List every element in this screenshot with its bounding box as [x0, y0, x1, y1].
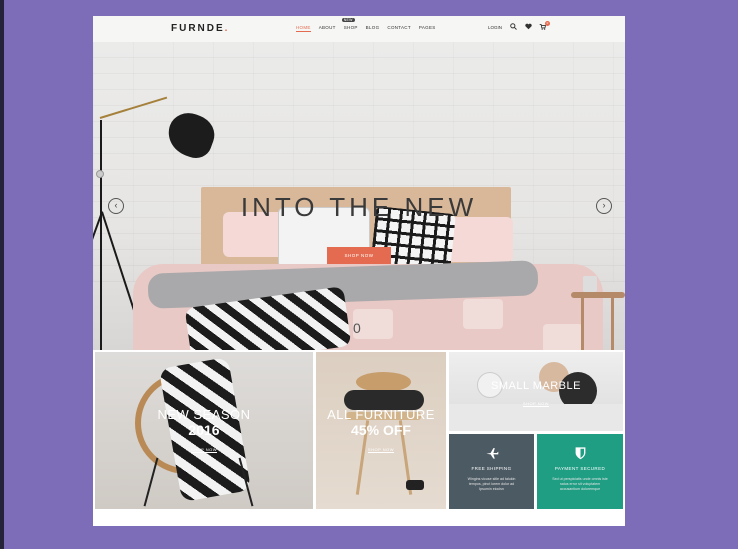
shop-now-button[interactable]: SHOP NOW [327, 247, 391, 264]
banner-shop-link[interactable]: SHOP NOW [367, 447, 395, 453]
slide-indicator: 0 [353, 320, 361, 336]
banner-shop-link[interactable]: SHOP NOW [522, 401, 550, 407]
shop-new-badge: NEW [341, 18, 355, 22]
banner-caption: ALL FURNITURE 45% OFF SHOP NOW [316, 407, 446, 456]
feature-desc: Sed ut perspiciatis unde omnis iste natu… [552, 477, 608, 491]
banner-caption: NEW SEASON 2016 SHOP NOW [95, 407, 313, 456]
heart-icon[interactable] [525, 23, 532, 33]
banner-title: ALL FURNITURE [327, 407, 435, 422]
nav-shop[interactable]: NEW SHOP [341, 18, 358, 30]
slider-handle[interactable] [96, 170, 104, 178]
duvet-pattern [543, 324, 583, 350]
banner-subtitle: 45% OFF [351, 422, 411, 438]
nav-about[interactable]: ABOUT [319, 25, 336, 30]
side-table [571, 292, 625, 298]
banner-caption: SMALL MARBLE SHOP NOW [449, 380, 623, 410]
feature-free-shipping: FREE SHIPPING Wingins vicuse sitle ad ta… [449, 434, 534, 509]
nav-shop-label: SHOP [343, 25, 358, 30]
table-leg [581, 298, 584, 350]
main-nav: HOME ABOUT NEW SHOP BLOG CONTACT PAGES [296, 18, 436, 32]
banner-title: SMALL MARBLE [491, 380, 581, 392]
search-icon[interactable] [510, 23, 517, 33]
logo-dot: . [224, 23, 230, 34]
chevron-left-icon[interactable]: ‹ [108, 198, 124, 214]
banner-subtitle: 2016 [188, 422, 220, 438]
banner-shop-link[interactable]: SHOP NOW [190, 447, 218, 453]
chevron-right-icon[interactable]: › [596, 198, 612, 214]
lamp-pole [100, 120, 102, 350]
shield-icon [537, 446, 623, 460]
airplane-icon [449, 446, 534, 460]
window-edge [0, 0, 4, 549]
nav-home[interactable]: HOME [296, 25, 311, 32]
feature-title: PAYMENT SECURED [554, 466, 606, 471]
straw-hat [356, 372, 411, 392]
logo-text: FURNDE [171, 23, 225, 34]
banner-all-furniture[interactable]: ALL FURNITURE 45% OFF SHOP NOW [316, 352, 446, 509]
cart-count-badge: 0 [545, 21, 550, 26]
hero-title: INTO THE NEW [240, 192, 478, 222]
hero-slider: INTO THE NEW SHOP NOW ‹ › 0 [93, 42, 625, 350]
page-bottom [93, 509, 625, 526]
mug [583, 276, 597, 292]
feature-payment-secured: PAYMENT SECURED Sed ut perspiciatis unde… [537, 434, 623, 509]
candle [406, 480, 424, 490]
website-page: FURNDE. HOME ABOUT NEW SHOP BLOG CONTACT… [93, 16, 625, 526]
feature-title: FREE SHIPPING [471, 466, 512, 471]
nav-blog[interactable]: BLOG [366, 25, 380, 30]
duvet-pattern [463, 299, 503, 329]
site-header: FURNDE. HOME ABOUT NEW SHOP BLOG CONTACT… [93, 16, 625, 42]
banner-new-season[interactable]: NEW SEASON 2016 SHOP NOW [95, 352, 313, 509]
chair-leg [143, 457, 159, 507]
feature-desc: Wingins vicuse sitle ad talukin tempos, … [467, 477, 516, 491]
banner-title: NEW SEASON [157, 407, 251, 422]
table-leg [611, 298, 614, 350]
nav-contact[interactable]: CONTACT [387, 25, 411, 30]
nav-pages[interactable]: PAGES [419, 25, 436, 30]
login-link[interactable]: LOGIN [488, 25, 502, 30]
banner-small-marble[interactable]: SMALL MARBLE SHOP NOW [449, 352, 623, 431]
site-logo[interactable]: FURNDE. [171, 23, 229, 34]
